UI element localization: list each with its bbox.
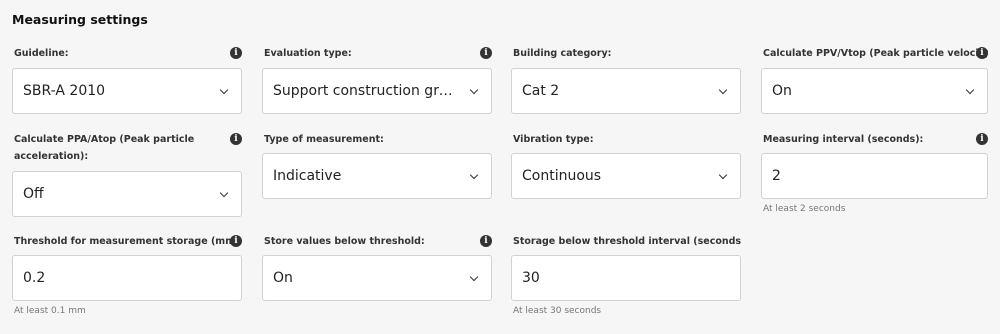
measuring-settings-panel: Measuring settings Guideline: i SBR-A 20…	[0, 0, 1000, 334]
building-category-label: Building category:	[513, 48, 612, 59]
chevron-down-icon	[718, 170, 728, 180]
building-category-field: Building category: Cat 2	[511, 45, 741, 114]
calc-ppv-select[interactable]: On	[761, 68, 988, 114]
info-icon[interactable]: i	[230, 235, 242, 247]
measuring-interval-label: Measuring interval (seconds):	[763, 134, 924, 145]
building-category-value: Cat 2	[522, 83, 560, 99]
evaluation-type-field: Evaluation type: i Support construction …	[262, 45, 492, 114]
info-icon[interactable]: i	[480, 235, 492, 247]
threshold-storage-hint: At least 0.1 mm	[14, 306, 86, 316]
threshold-storage-field: Threshold for measurement storage (mm/ i…	[12, 233, 242, 316]
info-icon[interactable]: i	[480, 47, 492, 59]
threshold-storage-value: 0.2	[23, 270, 46, 286]
calc-ppv-label: Calculate PPV/Vtop (Peak particle veloci…	[763, 48, 988, 59]
guideline-field: Guideline: i SBR-A 2010	[12, 45, 242, 114]
chevron-down-icon	[469, 85, 479, 95]
threshold-storage-label: Threshold for measurement storage (mm/	[14, 236, 239, 247]
vibration-type-select[interactable]: Continuous	[511, 153, 741, 199]
chevron-down-icon	[469, 272, 479, 282]
measuring-interval-field: Measuring interval (seconds): i 2 At lea…	[761, 131, 988, 214]
vibration-type-value: Continuous	[522, 168, 602, 184]
type-of-measurement-select[interactable]: Indicative	[262, 153, 492, 199]
storage-interval-input[interactable]: 30	[511, 255, 741, 301]
type-of-measurement-field: Type of measurement: Indicative	[262, 131, 492, 199]
chevron-down-icon	[965, 85, 975, 95]
calc-ppv-value: On	[772, 83, 792, 99]
section-title: Measuring settings	[12, 12, 148, 27]
info-icon[interactable]: i	[976, 47, 988, 59]
info-icon[interactable]: i	[230, 133, 242, 145]
info-icon[interactable]: i	[976, 133, 988, 145]
calc-ppa-value: Off	[23, 186, 44, 202]
type-of-measurement-label: Type of measurement:	[264, 134, 384, 145]
store-below-value: On	[273, 270, 293, 286]
evaluation-type-select[interactable]: Support construction gro...	[262, 68, 492, 114]
measuring-interval-value: 2	[772, 168, 781, 184]
info-icon[interactable]: i	[230, 47, 242, 59]
chevron-down-icon	[219, 85, 229, 95]
measuring-interval-hint: At least 2 seconds	[763, 204, 846, 214]
building-category-select[interactable]: Cat 2	[511, 68, 741, 114]
store-below-field: Store values below threshold: i On	[262, 233, 492, 301]
guideline-select[interactable]: SBR-A 2010	[12, 68, 242, 114]
calc-ppa-field: Calculate PPA/Atop (Peak particle accele…	[12, 131, 242, 217]
measuring-interval-input[interactable]: 2	[761, 153, 988, 199]
storage-interval-value: 30	[522, 270, 540, 286]
guideline-label: Guideline:	[14, 48, 69, 59]
chevron-down-icon	[469, 170, 479, 180]
threshold-storage-input[interactable]: 0.2	[12, 255, 242, 301]
evaluation-type-value: Support construction gro...	[273, 83, 461, 99]
storage-interval-field: Storage below threshold interval (second…	[511, 233, 741, 316]
store-below-select[interactable]: On	[262, 255, 492, 301]
type-of-measurement-value: Indicative	[273, 168, 342, 184]
evaluation-type-label: Evaluation type:	[264, 48, 352, 59]
calc-ppv-field: Calculate PPV/Vtop (Peak particle veloci…	[761, 45, 988, 114]
chevron-down-icon	[718, 85, 728, 95]
store-below-label: Store values below threshold:	[264, 236, 425, 247]
guideline-value: SBR-A 2010	[23, 83, 106, 99]
calc-ppa-label: Calculate PPA/Atop (Peak particle accele…	[14, 134, 195, 162]
chevron-down-icon	[219, 188, 229, 198]
storage-interval-label: Storage below threshold interval (second…	[513, 236, 741, 247]
calc-ppa-select[interactable]: Off	[12, 171, 242, 217]
storage-interval-hint: At least 30 seconds	[513, 306, 602, 316]
vibration-type-field: Vibration type: Continuous	[511, 131, 741, 199]
vibration-type-label: Vibration type:	[513, 134, 594, 145]
